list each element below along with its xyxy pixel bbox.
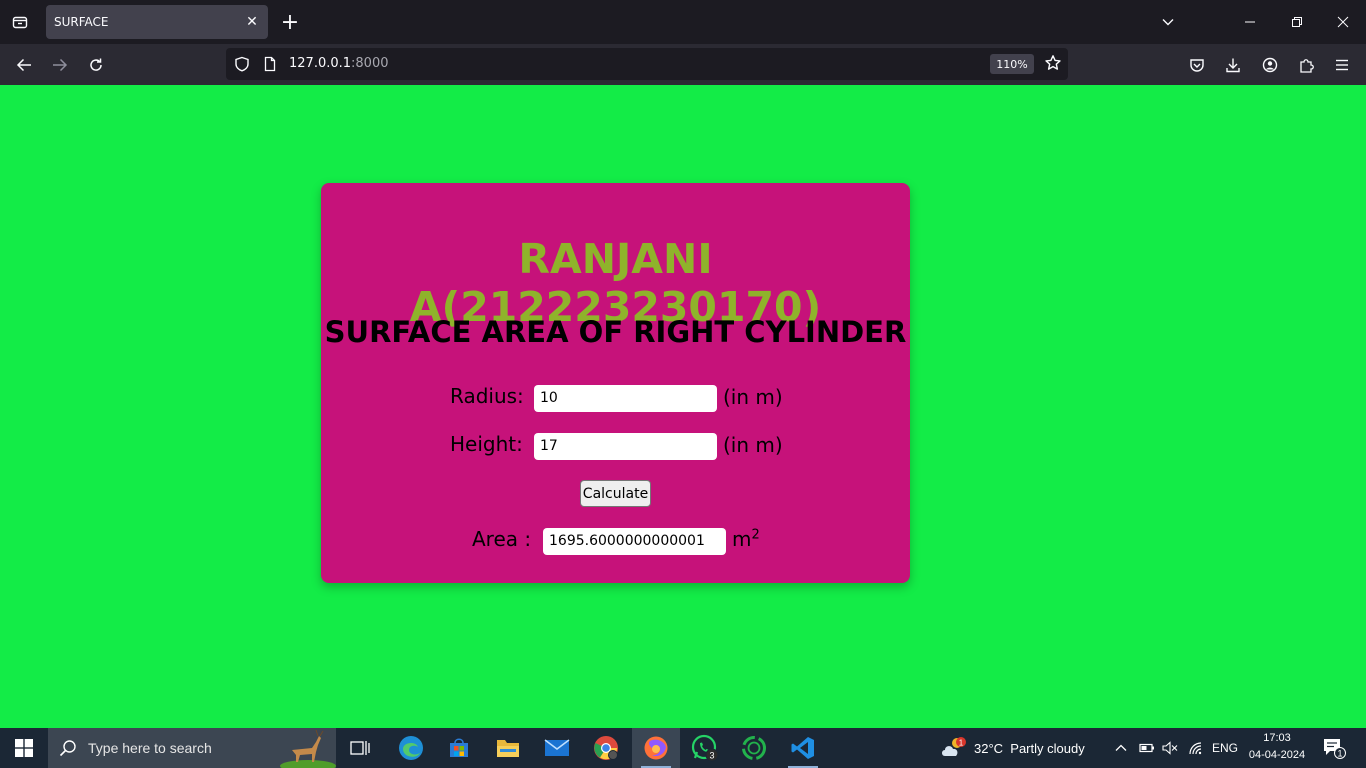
area-unit-exponent: 2 <box>751 527 760 543</box>
clock-time: 17:03 <box>1263 732 1291 744</box>
deer-illustration-icon <box>272 728 336 768</box>
url-host: 127.0.0.1 <box>289 56 352 71</box>
file-explorer-icon[interactable] <box>484 728 532 768</box>
height-unit: (in m) <box>723 433 783 457</box>
close-tab-icon[interactable]: ✕ <box>244 14 260 30</box>
firefox-icon[interactable] <box>632 728 680 768</box>
url-text: 127.0.0.1:8000 <box>289 56 389 71</box>
chevron-down-icon[interactable] <box>1145 0 1191 44</box>
shield-icon[interactable] <box>234 56 250 72</box>
weather-widget[interactable]: 1 32°C Partly cloudy <box>940 728 1085 768</box>
calculate-button[interactable]: Calculate <box>580 480 651 507</box>
menu-icon[interactable] <box>1327 50 1357 80</box>
battery-icon[interactable] <box>1139 728 1155 768</box>
notification-badge: 1 <box>1337 749 1342 759</box>
speaker-muted-icon[interactable] <box>1162 728 1178 768</box>
restore-icon[interactable] <box>1274 0 1320 44</box>
page-title: SURFACE AREA OF RIGHT CYLINDER <box>324 315 907 349</box>
clock-date: 04-04-2024 <box>1248 749 1306 761</box>
height-input[interactable]: 17 <box>534 433 717 460</box>
close-window-icon[interactable] <box>1320 0 1366 44</box>
search-icon <box>48 739 88 757</box>
radius-label: Radius: <box>450 384 524 408</box>
windows-start-icon[interactable] <box>0 728 48 768</box>
task-view-icon[interactable] <box>336 728 384 768</box>
browser-tab[interactable]: SURFACE ✕ <box>46 5 268 39</box>
weather-text: 32°C Partly cloudy <box>974 740 1085 756</box>
show-hidden-icons-icon[interactable] <box>1114 728 1128 768</box>
minimize-icon[interactable] <box>1227 0 1273 44</box>
whatsapp-icon[interactable]: 3 <box>681 728 729 768</box>
account-icon[interactable] <box>1255 50 1285 80</box>
page-icon[interactable] <box>262 56 278 72</box>
navigation-bar: 127.0.0.1:8000 110% <box>0 44 1366 85</box>
bookmark-star-icon[interactable] <box>1044 54 1062 76</box>
area-label: Area : <box>472 527 532 551</box>
store-icon[interactable] <box>435 728 483 768</box>
mail-icon[interactable] <box>533 728 581 768</box>
app-icon[interactable] <box>730 728 778 768</box>
radius-unit: (in m) <box>723 385 783 409</box>
clock[interactable]: 17:03 04-04-2024 <box>1242 730 1312 764</box>
whatsapp-badge: 3 <box>709 751 714 761</box>
calculator-card: RANJANI A(212223230170) SURFACE AREA OF … <box>321 183 910 583</box>
tab-title: SURFACE <box>54 15 109 29</box>
area-unit: m2 <box>732 527 760 551</box>
zoom-level-badge[interactable]: 110% <box>990 54 1034 74</box>
radius-input[interactable]: 10 <box>534 385 717 412</box>
vscode-icon[interactable] <box>779 728 827 768</box>
chrome-icon[interactable] <box>582 728 630 768</box>
download-icon[interactable] <box>1218 50 1248 80</box>
area-output[interactable]: 1695.6000000000001 <box>543 528 726 555</box>
extensions-icon[interactable] <box>1291 50 1321 80</box>
tab-bar: SURFACE ✕ + <box>0 0 1366 44</box>
url-bar[interactable]: 127.0.0.1:8000 110% <box>226 48 1068 80</box>
notification-center-icon[interactable]: 1 <box>1322 728 1346 768</box>
back-icon[interactable] <box>9 50 39 80</box>
tab-list-icon[interactable] <box>0 0 40 44</box>
taskbar: Type here to search 3 1 32°C Partly clou… <box>0 728 1366 768</box>
url-port: :8000 <box>351 56 389 71</box>
language-indicator[interactable]: ENG <box>1212 728 1238 768</box>
weather-cloud-icon: 1 <box>940 736 968 760</box>
pocket-icon[interactable] <box>1182 50 1212 80</box>
search-placeholder: Type here to search <box>88 740 212 756</box>
new-tab-icon[interactable]: + <box>278 10 302 35</box>
height-label: Height: <box>450 432 523 456</box>
wifi-icon[interactable] <box>1188 728 1204 768</box>
weather-badge: 1 <box>959 739 964 748</box>
forward-icon[interactable] <box>45 50 75 80</box>
area-unit-base: m <box>732 527 752 551</box>
taskbar-search[interactable]: Type here to search <box>48 728 336 768</box>
edge-icon[interactable] <box>387 728 435 768</box>
reload-icon[interactable] <box>81 50 111 80</box>
